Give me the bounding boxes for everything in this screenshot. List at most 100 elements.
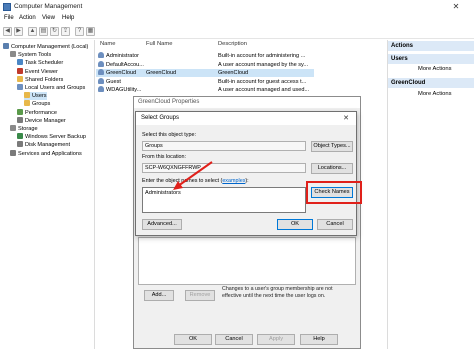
actions-section-users[interactable]: Users <box>388 54 474 64</box>
column-header-full-name[interactable]: Full Name <box>146 41 172 47</box>
tree-node-label: Performance <box>25 109 58 116</box>
event-icon <box>17 67 23 74</box>
full-name-cell: GreenCloud <box>146 70 177 76</box>
properties-apply-button[interactable]: Apply <box>257 334 295 345</box>
tree-node-label: Windows Server Backup <box>25 134 86 141</box>
user-name-cell: Guest <box>98 77 121 86</box>
show-tree-icon[interactable]: ▤ <box>39 27 48 36</box>
up-folder-icon[interactable]: ▲ <box>28 27 37 36</box>
tree-node-label: Disk Management <box>25 142 71 149</box>
object-names-input[interactable]: Administrators <box>142 187 306 213</box>
tree-node[interactable]: System Tools <box>10 51 51 59</box>
description-cell: A user account managed and used... <box>218 87 310 93</box>
user-icon <box>98 52 104 58</box>
examples-link[interactable]: examples <box>222 178 245 184</box>
disk-icon <box>17 141 23 148</box>
properties-help-button[interactable]: Help <box>300 334 338 345</box>
properties-dialog-title: GreenCloud Properties <box>134 97 360 108</box>
window-title: Computer Management <box>14 3 83 10</box>
locations-button[interactable]: Locations... <box>311 163 353 174</box>
table-row[interactable]: GreenCloud GreenCloud GreenCloud <box>96 69 314 77</box>
tree-node-label: Users <box>32 93 47 100</box>
close-window-button[interactable]: ✕ <box>446 2 466 12</box>
tree-node-label: Shared Folders <box>25 76 64 83</box>
select-groups-title: Select Groups <box>136 112 356 125</box>
select-groups-cancel-button[interactable]: Cancel <box>317 219 353 230</box>
tree-node[interactable]: Computer Management (Local) <box>3 43 88 51</box>
performance-icon <box>17 108 23 115</box>
properties-cancel-button[interactable]: Cancel <box>215 334 253 345</box>
tree-node-label: Device Manager <box>25 117 66 124</box>
clock-icon <box>17 59 23 66</box>
menu-view[interactable]: View <box>42 15 55 21</box>
tree-node[interactable]: Disk Management <box>17 141 70 149</box>
help-icon[interactable]: ? <box>75 27 84 36</box>
users-more-actions[interactable]: More Actions <box>418 66 452 72</box>
computer-management-icon <box>3 3 11 11</box>
column-header-name[interactable]: Name <box>100 41 115 47</box>
highlight-box <box>306 181 362 204</box>
actions-section-greencloud[interactable]: GreenCloud <box>388 78 474 88</box>
tree-node[interactable]: Shared Folders <box>17 75 64 84</box>
description-cell: A user account managed by the sy... <box>218 61 309 68</box>
tree-node[interactable]: Groups <box>24 100 50 108</box>
properties-ok-button[interactable]: OK <box>174 334 212 345</box>
remove-group-button[interactable]: Remove <box>185 290 215 301</box>
tree-node[interactable]: Task Scheduler <box>17 59 63 67</box>
tools-icon <box>10 51 16 58</box>
tree-node-label: Computer Management (Local) <box>11 44 89 50</box>
tree-node[interactable]: Storage <box>10 125 38 133</box>
actions-pane: Actions Users More Actions GreenCloud Mo… <box>387 40 474 349</box>
tree-node-label: Local Users and Groups <box>25 85 86 91</box>
tree-node[interactable]: Services and Applications <box>10 149 82 158</box>
menu-help[interactable]: Help <box>62 15 74 21</box>
back-icon[interactable]: ◀ <box>3 27 12 36</box>
user-icon <box>98 60 104 67</box>
tree-node-label: Event Viewer <box>25 68 58 75</box>
tree-node[interactable]: Windows Server Backup <box>17 133 86 141</box>
membership-note: Changes to a user's group membership are… <box>222 286 333 299</box>
tree-node[interactable]: Local Users and Groups <box>17 84 85 92</box>
object-types-button[interactable]: Object Types... <box>311 141 353 152</box>
folder-icon <box>17 75 23 82</box>
table-row[interactable]: WDAGUtility... A user account managed and… <box>96 86 314 94</box>
column-header-description[interactable]: Description <box>218 41 247 47</box>
description-cell: Built-in account for guest access t... <box>218 78 307 85</box>
title-bar: Computer Management ✕ <box>0 0 474 14</box>
users-icon <box>17 84 23 90</box>
table-row[interactable]: Guest Built-in account for guest access t… <box>96 77 314 86</box>
user-icon <box>98 77 104 84</box>
backup-icon <box>17 133 23 140</box>
export-icon[interactable]: ⇪ <box>61 27 70 36</box>
location-field: SCP-W6QXNGFFRWP <box>142 163 306 173</box>
services-icon <box>10 149 16 156</box>
forward-icon[interactable]: ▶ <box>14 27 23 36</box>
properties-icon[interactable]: ▦ <box>86 27 95 36</box>
user-name-cell: DefaultAccou... <box>98 60 144 69</box>
add-group-button[interactable]: Add... <box>144 290 174 301</box>
object-type-label: Select this object type: <box>142 132 196 138</box>
table-row[interactable]: Administrator Built-in account for admini… <box>96 52 314 60</box>
tree-node[interactable]: Performance <box>17 108 58 117</box>
folder-icon <box>24 100 30 107</box>
tree-node-label: Services and Applications <box>18 150 82 157</box>
member-of-list[interactable] <box>138 237 356 285</box>
select-groups-close-button[interactable]: ✕ <box>338 113 354 124</box>
tree-node[interactable]: Device Manager <box>17 116 66 125</box>
folder-icon <box>24 92 30 99</box>
actions-header: Actions <box>388 41 474 51</box>
menu-action[interactable]: Action <box>19 15 36 21</box>
menu-file[interactable]: File <box>4 15 14 21</box>
annotation-arrow-icon <box>173 161 213 190</box>
refresh-icon[interactable]: ↻ <box>50 27 59 36</box>
user-name-cell: GreenCloud <box>98 69 136 77</box>
tree-node[interactable]: Users <box>24 92 47 101</box>
tree-node[interactable]: Event Viewer <box>17 67 58 76</box>
select-groups-ok-button[interactable]: OK <box>277 219 313 230</box>
description-cell: Built-in account for administering ... <box>218 53 306 59</box>
user-icon <box>98 69 104 75</box>
table-row[interactable]: DefaultAccou... A user account managed by… <box>96 60 314 69</box>
greencloud-more-actions[interactable]: More Actions <box>418 91 452 97</box>
user-name-cell: WDAGUtility... <box>98 86 141 94</box>
advanced-button[interactable]: Advanced... <box>142 219 182 230</box>
